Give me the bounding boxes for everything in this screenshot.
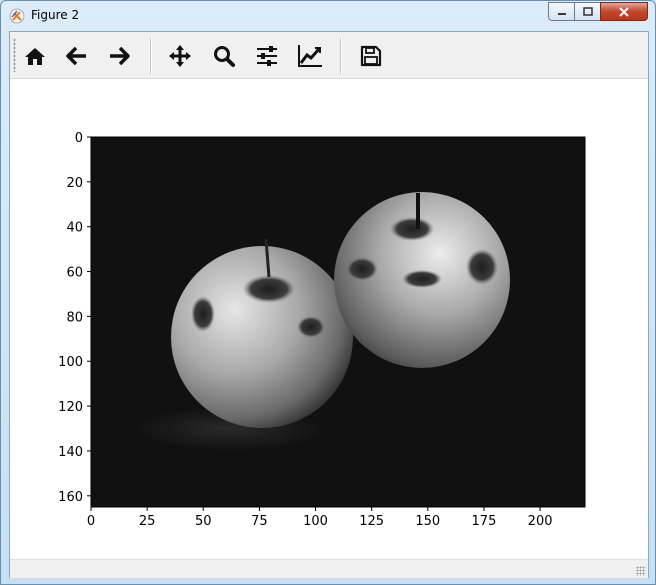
minimize-button[interactable] xyxy=(548,2,575,21)
back-button[interactable] xyxy=(62,41,92,71)
x-tick-label: 0 xyxy=(87,514,95,529)
y-axis: 0 20 40 60 80 100 120 140 160 xyxy=(58,131,91,505)
minimize-icon xyxy=(557,12,566,15)
apple-right xyxy=(334,192,510,368)
pan-icon xyxy=(169,45,191,67)
back-icon xyxy=(66,46,86,66)
y-tick-label: 40 xyxy=(66,221,83,236)
edit-axis-icon xyxy=(298,45,322,67)
y-tick-label: 160 xyxy=(58,490,83,505)
y-tick-label: 120 xyxy=(58,400,83,415)
x-tick-label: 175 xyxy=(472,514,497,529)
toolbar-separator xyxy=(150,38,152,74)
x-tick-label: 100 xyxy=(303,514,328,529)
app-icon xyxy=(9,8,25,24)
window-title: Figure 2 xyxy=(31,8,80,22)
window: Figure 2 0 25 50 75 100 125 150 175 200 … xyxy=(0,0,656,585)
y-tick-label: 60 xyxy=(66,266,83,281)
x-tick-label: 125 xyxy=(359,514,384,529)
image-plot xyxy=(90,136,586,508)
home-button[interactable] xyxy=(20,41,50,71)
resize-grip[interactable] xyxy=(636,566,646,576)
maximize-button[interactable] xyxy=(574,2,601,21)
y-tick-label: 20 xyxy=(66,176,83,191)
forward-icon xyxy=(110,46,130,66)
toolbar-grip[interactable] xyxy=(13,38,16,72)
plot-area[interactable]: 0 25 50 75 100 125 150 175 200 0 20 40 60 80 100 120 14… xyxy=(10,79,648,559)
toolbar-separator xyxy=(340,38,342,74)
maximize-icon xyxy=(582,7,593,16)
zoom-button[interactable] xyxy=(209,41,239,71)
close-button[interactable] xyxy=(600,2,648,21)
subplots-icon xyxy=(257,46,277,66)
x-tick-label: 150 xyxy=(415,514,440,529)
y-tick-label: 0 xyxy=(75,131,83,146)
figure-canvas[interactable]: 0 25 50 75 100 125 150 175 200 0 20 40 60 80 100 120 14… xyxy=(10,79,648,559)
home-icon xyxy=(25,48,45,65)
x-tick-label: 75 xyxy=(251,514,268,529)
x-tick-label: 50 xyxy=(195,514,212,529)
forward-button[interactable] xyxy=(104,41,134,71)
x-tick-label: 200 xyxy=(528,514,553,529)
x-tick-label: 25 xyxy=(139,514,156,529)
subplots-button[interactable] xyxy=(252,41,282,71)
y-tick-label: 100 xyxy=(58,355,83,370)
save-icon xyxy=(360,45,382,67)
navigation-toolbar xyxy=(10,32,648,79)
figure-client-area: 0 25 50 75 100 125 150 175 200 0 20 40 60 80 100 120 14… xyxy=(9,31,649,578)
y-tick-label: 80 xyxy=(66,310,83,325)
zoom-icon xyxy=(214,46,235,67)
status-bar xyxy=(10,559,648,578)
close-icon xyxy=(619,6,629,17)
title-bar[interactable]: Figure 2 xyxy=(1,1,655,31)
y-tick-label: 140 xyxy=(58,445,83,460)
edit-axis-button[interactable] xyxy=(295,41,325,71)
pan-button[interactable] xyxy=(165,41,195,71)
x-axis: 0 25 50 75 100 125 150 175 200 xyxy=(87,507,553,529)
save-button[interactable] xyxy=(356,41,386,71)
